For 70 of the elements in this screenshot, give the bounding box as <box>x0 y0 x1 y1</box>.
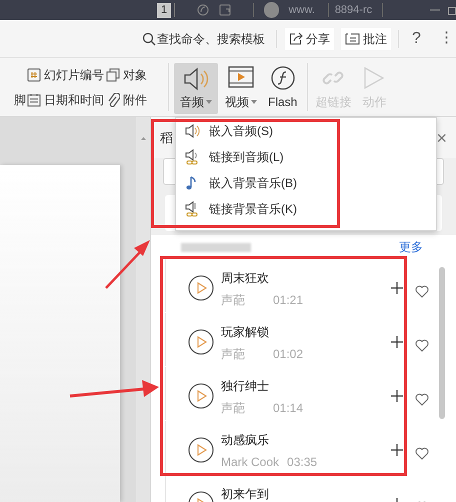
leaf-icon <box>197 4 210 16</box>
speaker-link-icon <box>184 149 200 165</box>
page-number: 1 <box>157 2 172 18</box>
song-title: 独行绅士 <box>221 378 270 395</box>
ribbon-button[interactable]: Flash <box>264 63 302 114</box>
comment-button[interactable]: 批注 <box>341 28 391 50</box>
search-icon <box>142 32 156 46</box>
document-icon <box>219 4 232 16</box>
ribbon-item[interactable]: 幻灯片编号 <box>27 66 104 84</box>
more-link[interactable]: 更多 <box>399 238 423 256</box>
minimize-icon[interactable] <box>430 9 440 11</box>
plus-icon[interactable] <box>391 444 403 456</box>
song-duration: 01:02 <box>273 346 304 363</box>
speaker-icon <box>182 66 210 92</box>
song-title: 初来乍到 <box>221 486 270 502</box>
scrollbar-thumb[interactable] <box>439 267 445 419</box>
ribbon-button[interactable]: 音频 <box>174 63 218 114</box>
ribbon-button[interactable]: 视频 <box>221 63 261 114</box>
heart-icon[interactable] <box>415 393 429 406</box>
user-id: 8894-rc <box>334 2 372 18</box>
play-icon <box>188 437 214 463</box>
speaker-icon <box>184 123 200 139</box>
object-icon <box>106 68 120 82</box>
song-title: 周末狂欢 <box>221 270 270 287</box>
play-triangle-icon <box>363 66 386 90</box>
more-button[interactable]: ⋮ <box>438 27 454 50</box>
plus-icon[interactable] <box>391 390 403 402</box>
song-artist: 声葩 <box>221 292 246 309</box>
menu-item[interactable]: 嵌入背景音乐(B) <box>176 170 436 196</box>
panel-title: 稻 <box>160 128 173 147</box>
song-duration: 03:35 <box>287 454 318 471</box>
song-duration: 01:14 <box>273 400 304 417</box>
play-icon <box>188 275 214 301</box>
comment-icon <box>345 32 360 45</box>
menu-item[interactable]: 链接到音频(L) <box>176 144 436 170</box>
ribbon-item[interactable]: 日期和时间 <box>27 90 104 108</box>
share-icon <box>289 32 303 45</box>
ribbon-item[interactable]: 附件 <box>106 90 156 108</box>
flash-f-icon <box>270 66 295 90</box>
close-button[interactable]: × <box>436 128 447 146</box>
heart-icon[interactable] <box>415 339 429 352</box>
clip-icon <box>106 92 120 106</box>
plus-icon[interactable] <box>391 282 403 294</box>
song-title: 动感疯乐 <box>221 432 270 449</box>
plus-icon[interactable] <box>391 336 403 348</box>
play-icon <box>188 383 214 409</box>
speaker-link-icon <box>184 201 200 217</box>
song-artist: 声葩 <box>221 400 246 417</box>
share-button[interactable]: 分享 <box>285 28 334 50</box>
help-button[interactable]: ? <box>412 26 421 50</box>
menu-item[interactable]: 链接背景音乐(K) <box>176 196 436 222</box>
ribbon-item[interactable]: 脚 <box>14 90 26 108</box>
ribbon-item[interactable]: 对象 <box>106 66 156 84</box>
blurred-text <box>181 242 251 252</box>
film-icon <box>228 66 254 88</box>
calendar-icon <box>27 92 41 106</box>
song-artist: 声葩 <box>221 346 246 363</box>
user-name: www. <box>288 2 315 18</box>
number-icon <box>27 68 41 82</box>
pointer-arrow <box>104 238 152 290</box>
song-title: 玩家解锁 <box>221 324 270 341</box>
menu-item[interactable]: 嵌入音频(S) <box>176 118 436 144</box>
song-duration: 01:21 <box>273 292 304 309</box>
song-artist: Mark Cook <box>221 454 280 471</box>
command-search[interactable]: 查找命令、搜索模板 <box>142 30 265 48</box>
heart-icon[interactable] <box>415 285 429 298</box>
restore-icon[interactable] <box>448 5 456 15</box>
play-icon <box>188 329 214 355</box>
avatar[interactable] <box>264 2 279 18</box>
heart-icon[interactable] <box>415 447 429 460</box>
